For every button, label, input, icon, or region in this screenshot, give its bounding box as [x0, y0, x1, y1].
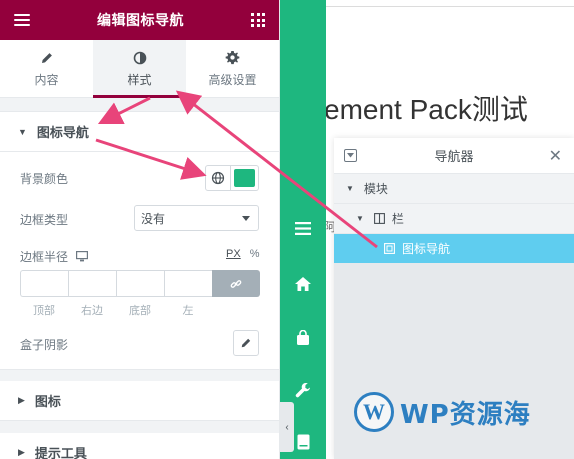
section-tooltip-header[interactable]: ▶ 提示工具	[0, 433, 279, 459]
panel-gap	[0, 98, 279, 112]
gear-icon	[225, 50, 241, 66]
dim-label-bottom: 底部	[129, 305, 151, 317]
tab-style-label: 样式	[127, 72, 152, 87]
unit-switcher: PX %	[226, 248, 260, 260]
caret-down-icon: ▼	[356, 214, 364, 223]
preview-topbar	[326, 0, 574, 7]
dim-label-top: 顶部	[33, 305, 55, 317]
border-radius-label: 边框半径	[20, 250, 69, 264]
unit-percent[interactable]: %	[250, 248, 260, 260]
caret-down-icon: ▼	[346, 184, 354, 193]
preview-page-title: ement Pack测试	[326, 94, 556, 125]
tab-content-label: 内容	[34, 72, 59, 87]
navigator-item-label: 模块	[363, 182, 388, 196]
section-icon-title: 图标	[34, 394, 61, 409]
border-radius-row: 边框半径	[20, 248, 89, 265]
dim-labels: 顶部 右边 底部 左	[20, 302, 212, 318]
navigator-item-section[interactable]: ▼ 模块	[334, 174, 574, 204]
pencil-icon	[241, 338, 251, 348]
border-type-select[interactable]: 没有	[134, 205, 259, 231]
panel-header: 编辑图标导航	[0, 0, 279, 40]
navigator-title: 导航器	[434, 149, 474, 164]
border-type-label: 边框类型	[20, 213, 69, 227]
tab-advanced[interactable]: 高级设置	[186, 40, 279, 97]
navigator-header: 导航器 ✕	[334, 138, 574, 174]
border-radius-inputs	[20, 270, 260, 297]
desktop-icon[interactable]	[76, 251, 89, 262]
close-icon[interactable]: ✕	[549, 146, 562, 166]
strip-menu-icon[interactable]	[280, 222, 326, 235]
navigator-item-icon-nav[interactable]: 图标导航	[334, 234, 574, 264]
wordpress-logo-icon: W	[354, 392, 394, 432]
chevron-left-icon: ‹	[285, 421, 289, 433]
tab-content[interactable]: 内容	[0, 40, 93, 97]
bg-color-label: 背景颜色	[20, 172, 69, 186]
icon-nav-preview-strip	[280, 0, 326, 459]
bg-color-picker[interactable]	[231, 165, 259, 191]
pencil-icon	[39, 50, 55, 66]
contrast-icon	[132, 50, 148, 66]
radius-bottom-input[interactable]	[116, 270, 164, 297]
tab-advanced-label: 高级设置	[208, 72, 257, 87]
section-tooltip-title: 提示工具	[34, 446, 87, 459]
navigator-item-label: 栏	[391, 212, 404, 226]
caret-down-icon: ▼	[18, 126, 27, 137]
section-icon-nav-header[interactable]: ▼ 图标导航	[0, 112, 279, 152]
box-shadow-label: 盒子阴影	[20, 338, 69, 352]
radius-right-input[interactable]	[68, 270, 116, 297]
radius-left-input[interactable]	[164, 270, 212, 297]
box-shadow-edit-button[interactable]	[233, 330, 259, 356]
caret-right-icon: ▶	[18, 395, 25, 405]
home-icon[interactable]	[280, 276, 326, 292]
border-type-value: 没有	[141, 211, 166, 226]
link-values-button[interactable]	[212, 270, 260, 297]
globe-icon	[211, 171, 225, 185]
section-title: 图标导航	[36, 125, 89, 140]
collapse-panel-button[interactable]: ‹	[280, 402, 294, 452]
dim-label-right: 右边	[81, 305, 103, 317]
widgets-grid-icon[interactable]	[251, 13, 265, 27]
dim-label-left: 左	[182, 305, 194, 317]
caret-right-icon: ▶	[18, 447, 25, 457]
wrench-icon[interactable]	[280, 382, 326, 398]
dropdown-arrow-icon	[242, 216, 250, 221]
columns-icon	[373, 213, 385, 224]
panel-tabs: 内容 样式 高级设置	[0, 40, 279, 98]
tab-style[interactable]: 样式	[93, 40, 186, 98]
shopping-bag-icon[interactable]	[280, 330, 326, 346]
bg-color-swatch	[234, 169, 255, 187]
panel-title: 编辑图标导航	[97, 12, 184, 28]
global-colors-button[interactable]	[205, 165, 231, 191]
editor-panel: 编辑图标导航 内容 样式 高级设置 ▼ 图标导航 背景颜色 边框类型 没有 边框…	[0, 0, 280, 459]
section-divider	[0, 421, 279, 433]
widget-icon	[384, 243, 395, 254]
navigator-toggle-icon[interactable]	[344, 149, 357, 162]
link-icon	[230, 279, 242, 288]
watermark-text: WP资源海	[400, 399, 531, 430]
watermark: W WP资源海	[354, 392, 531, 432]
section-icon-header[interactable]: ▶ 图标	[0, 381, 279, 421]
unit-px[interactable]: PX	[226, 248, 241, 260]
menu-icon[interactable]	[14, 14, 30, 26]
radius-top-input[interactable]	[20, 270, 68, 297]
navigator-item-column[interactable]: ▼ 栏	[334, 204, 574, 234]
section-divider	[0, 369, 279, 381]
navigator-item-label: 图标导航	[402, 242, 451, 256]
